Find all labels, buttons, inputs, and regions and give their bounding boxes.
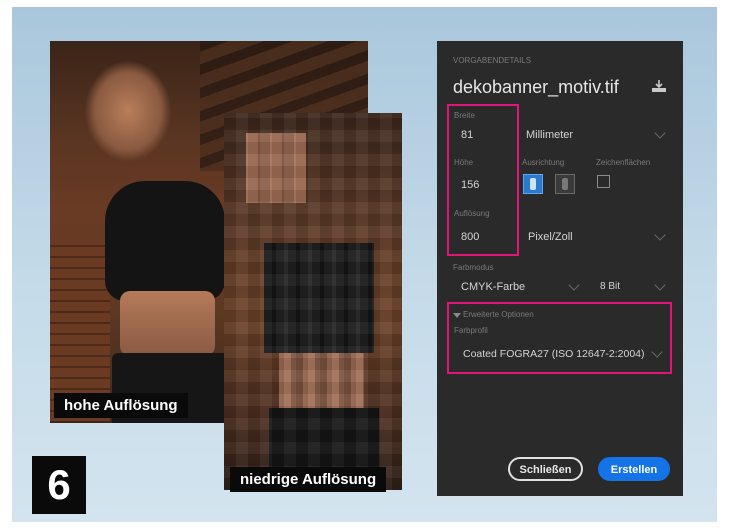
filename-field[interactable]: dekobanner_motiv.tif bbox=[453, 77, 619, 98]
width-label: Breite bbox=[454, 111, 475, 120]
save-preset-icon[interactable] bbox=[651, 78, 667, 94]
artboard-checkbox-icon[interactable] bbox=[597, 175, 610, 188]
chevron-down-icon[interactable] bbox=[654, 127, 666, 139]
width-input[interactable]: 81 bbox=[461, 129, 473, 141]
create-button[interactable]: Erstellen bbox=[598, 457, 670, 481]
step-number: 6 bbox=[32, 456, 86, 514]
artboards-label: Zeichenflächen bbox=[596, 158, 651, 167]
color-profile-select[interactable]: Coated FOGRA27 (ISO 12647-2:2004) bbox=[463, 348, 645, 360]
bit-depth-select[interactable]: 8 Bit bbox=[600, 281, 620, 292]
color-profile-label: Farbprofil bbox=[454, 326, 488, 335]
torso bbox=[120, 291, 215, 356]
caption-high-resolution: hohe Auflösung bbox=[54, 393, 188, 418]
highlight-size-fields bbox=[447, 104, 519, 256]
chevron-down-icon[interactable] bbox=[568, 279, 580, 291]
advanced-options-toggle[interactable]: Erweiterte Optionen bbox=[463, 310, 534, 319]
sports-top bbox=[105, 181, 225, 301]
resolution-unit-select[interactable]: Pixel/Zoll bbox=[528, 231, 573, 243]
pixel-grid bbox=[224, 113, 402, 490]
resolution-label: Auflösung bbox=[454, 209, 490, 218]
section-label: VORGABENDETAILS bbox=[453, 56, 532, 65]
chevron-down-icon[interactable] bbox=[654, 229, 666, 241]
new-document-panel: VORGABENDETAILS dekobanner_motiv.tif Bre… bbox=[437, 41, 683, 496]
color-mode-select[interactable]: CMYK-Farbe bbox=[461, 281, 525, 293]
portrait-orientation-icon[interactable] bbox=[523, 174, 543, 194]
chevron-down-icon[interactable] bbox=[654, 279, 666, 291]
color-mode-label: Farbmodus bbox=[453, 263, 494, 272]
orientation-label: Ausrichtung bbox=[522, 158, 565, 167]
disclosure-triangle-icon[interactable] bbox=[453, 313, 461, 318]
low-resolution-photo bbox=[224, 113, 402, 490]
width-unit-select[interactable]: Millimeter bbox=[526, 129, 573, 141]
close-button[interactable]: Schließen bbox=[508, 457, 583, 481]
caption-low-resolution: niedrige Auflösung bbox=[230, 467, 387, 492]
height-label: Höhe bbox=[454, 158, 474, 167]
resolution-input[interactable]: 800 bbox=[461, 231, 479, 243]
landscape-orientation-icon[interactable] bbox=[555, 174, 575, 194]
height-input[interactable]: 156 bbox=[461, 179, 479, 191]
